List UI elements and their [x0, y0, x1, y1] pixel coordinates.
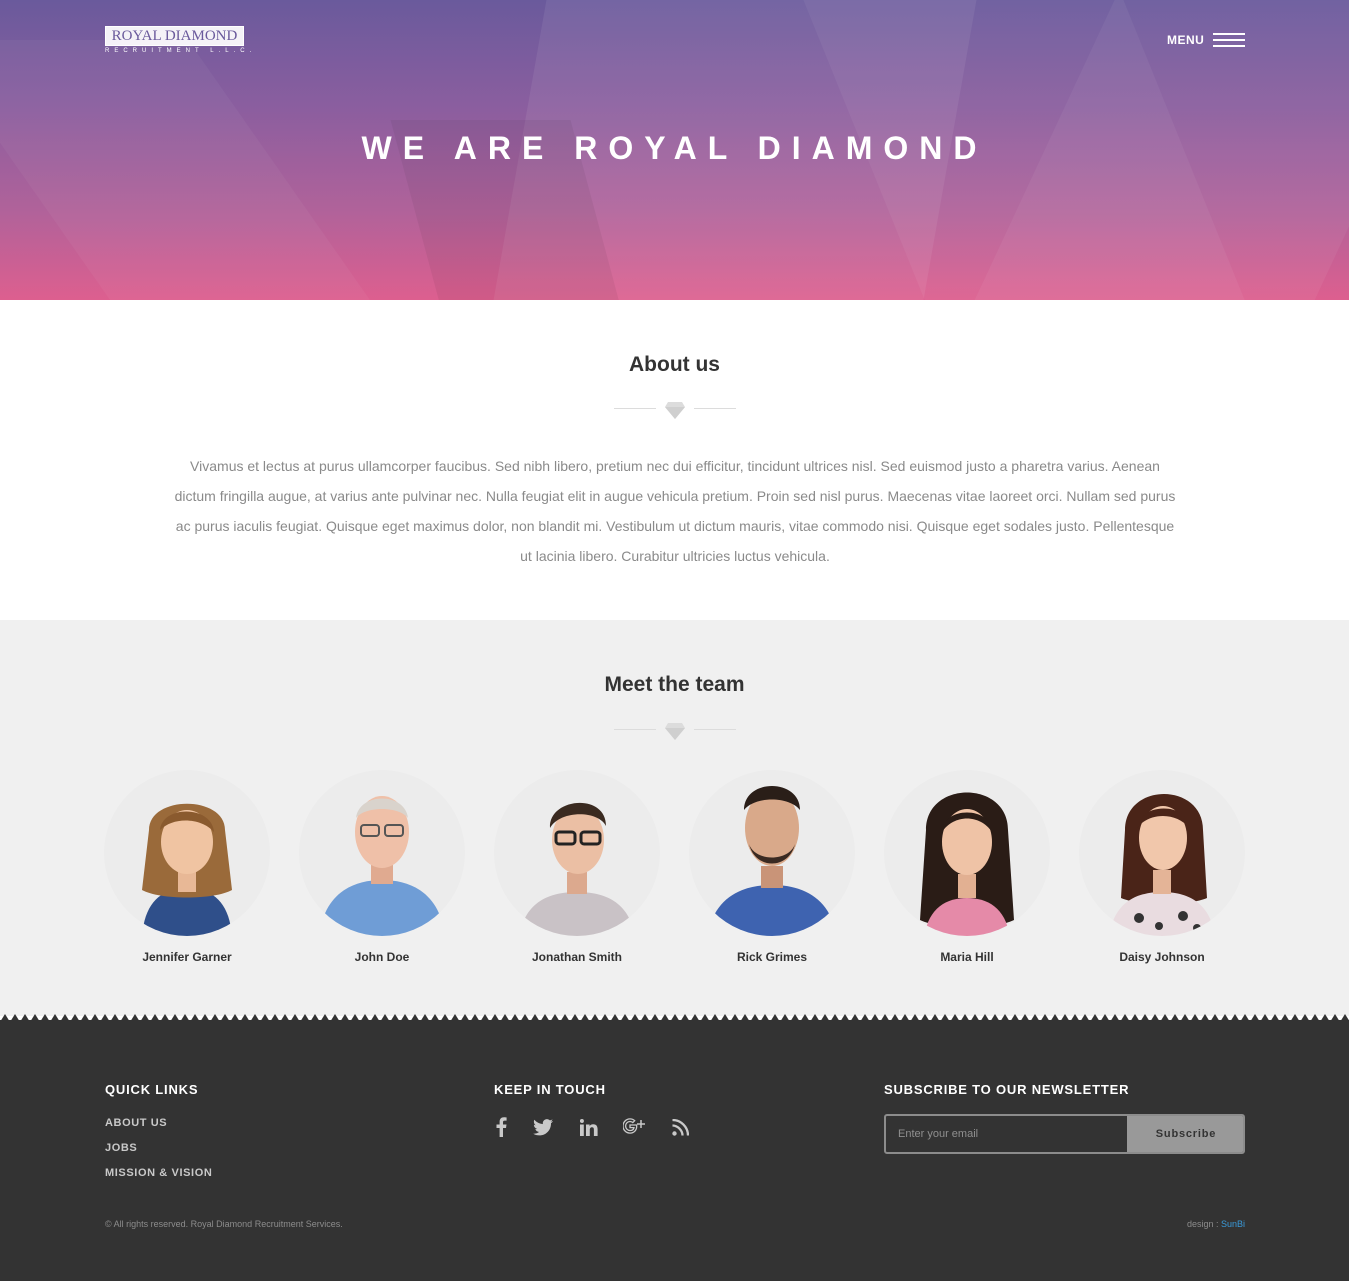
logo-box: ROYAL DIAMOND [105, 26, 244, 46]
member-name: Daisy Johnson [1119, 950, 1205, 964]
newsletter-email-input[interactable] [886, 1116, 1127, 1152]
member-name: Jennifer Garner [142, 950, 232, 964]
team-member-card[interactable]: Jonathan Smith [494, 770, 660, 964]
rss-icon[interactable] [669, 1116, 691, 1138]
subscribe-button[interactable]: Subscribe [1127, 1116, 1243, 1152]
keep-in-touch-title: KEEP IN TOUCH [494, 1082, 606, 1097]
hero-banner: ROYAL DIAMOND RECRUITMENT L.L.C. MENU WE… [0, 0, 1349, 300]
team-member-card[interactable]: Rick Grimes [689, 770, 855, 964]
member-name: Rick Grimes [736, 950, 808, 964]
quick-links-title: QUICK LINKS [105, 1082, 199, 1097]
team-section: Meet the team Jennifer Garner John Doe J… [0, 620, 1349, 1016]
team-member-card[interactable]: Jennifer Garner [104, 770, 270, 964]
newsletter-title: SUBSCRIBE TO OUR NEWSLETTER [884, 1082, 1130, 1097]
design-label: design : [1186, 1219, 1221, 1229]
logo-text: ROYAL DIAMOND [111, 27, 238, 44]
google-plus-icon[interactable] [623, 1116, 645, 1138]
designer-link[interactable]: SunBi [1221, 1219, 1245, 1229]
logo-subtext: RECRUITMENT L.L.C. [105, 48, 257, 54]
team-member-card[interactable]: Maria Hill [884, 770, 1050, 964]
team-title: Meet the team [604, 673, 745, 696]
member-name: Jonathan Smith [531, 950, 622, 964]
menu-label[interactable]: MENU [1167, 33, 1204, 47]
member-name: John Doe [354, 950, 410, 964]
twitter-icon[interactable] [532, 1116, 554, 1138]
member-photo [104, 770, 270, 936]
footer-link-jobs[interactable]: JOBS [105, 1142, 137, 1154]
member-photo [1079, 770, 1245, 936]
newsletter-form: Subscribe [884, 1114, 1245, 1154]
member-photo [494, 770, 660, 936]
section-divider [614, 721, 736, 741]
about-body: Vivamus et lectus at purus ullamcorper f… [174, 458, 1176, 564]
facebook-icon[interactable] [490, 1116, 512, 1138]
hero-building-shape [0, 40, 413, 300]
about-title: About us [629, 353, 720, 376]
about-section: About us Vivamus et lectus at purus ulla… [0, 300, 1349, 620]
footer-link-mission-vision[interactable]: MISSION & VISION [105, 1167, 212, 1179]
hamburger-menu-icon[interactable] [1213, 33, 1245, 48]
team-member-card[interactable]: Daisy Johnson [1079, 770, 1245, 964]
diamond-icon [665, 402, 685, 419]
member-photo [689, 770, 855, 936]
member-photo [299, 770, 465, 936]
copyright-text: © All rights reserved. Royal Diamond Rec… [105, 1219, 343, 1229]
section-divider [614, 400, 736, 420]
linkedin-icon[interactable] [578, 1116, 600, 1138]
footer-link-about-us[interactable]: ABOUT US [105, 1117, 167, 1129]
diamond-icon [665, 723, 685, 740]
team-member-card[interactable]: John Doe [299, 770, 465, 964]
member-photo [884, 770, 1050, 936]
site-footer: QUICK LINKS ABOUT US JOBS MISSION & VISI… [0, 1020, 1349, 1281]
member-name: Maria Hill [940, 950, 994, 964]
hero-title: WE ARE ROYAL DIAMOND [361, 130, 988, 166]
site-logo[interactable]: ROYAL DIAMOND RECRUITMENT L.L.C. [105, 26, 257, 58]
design-credit: design : SunBi [1187, 1219, 1245, 1229]
